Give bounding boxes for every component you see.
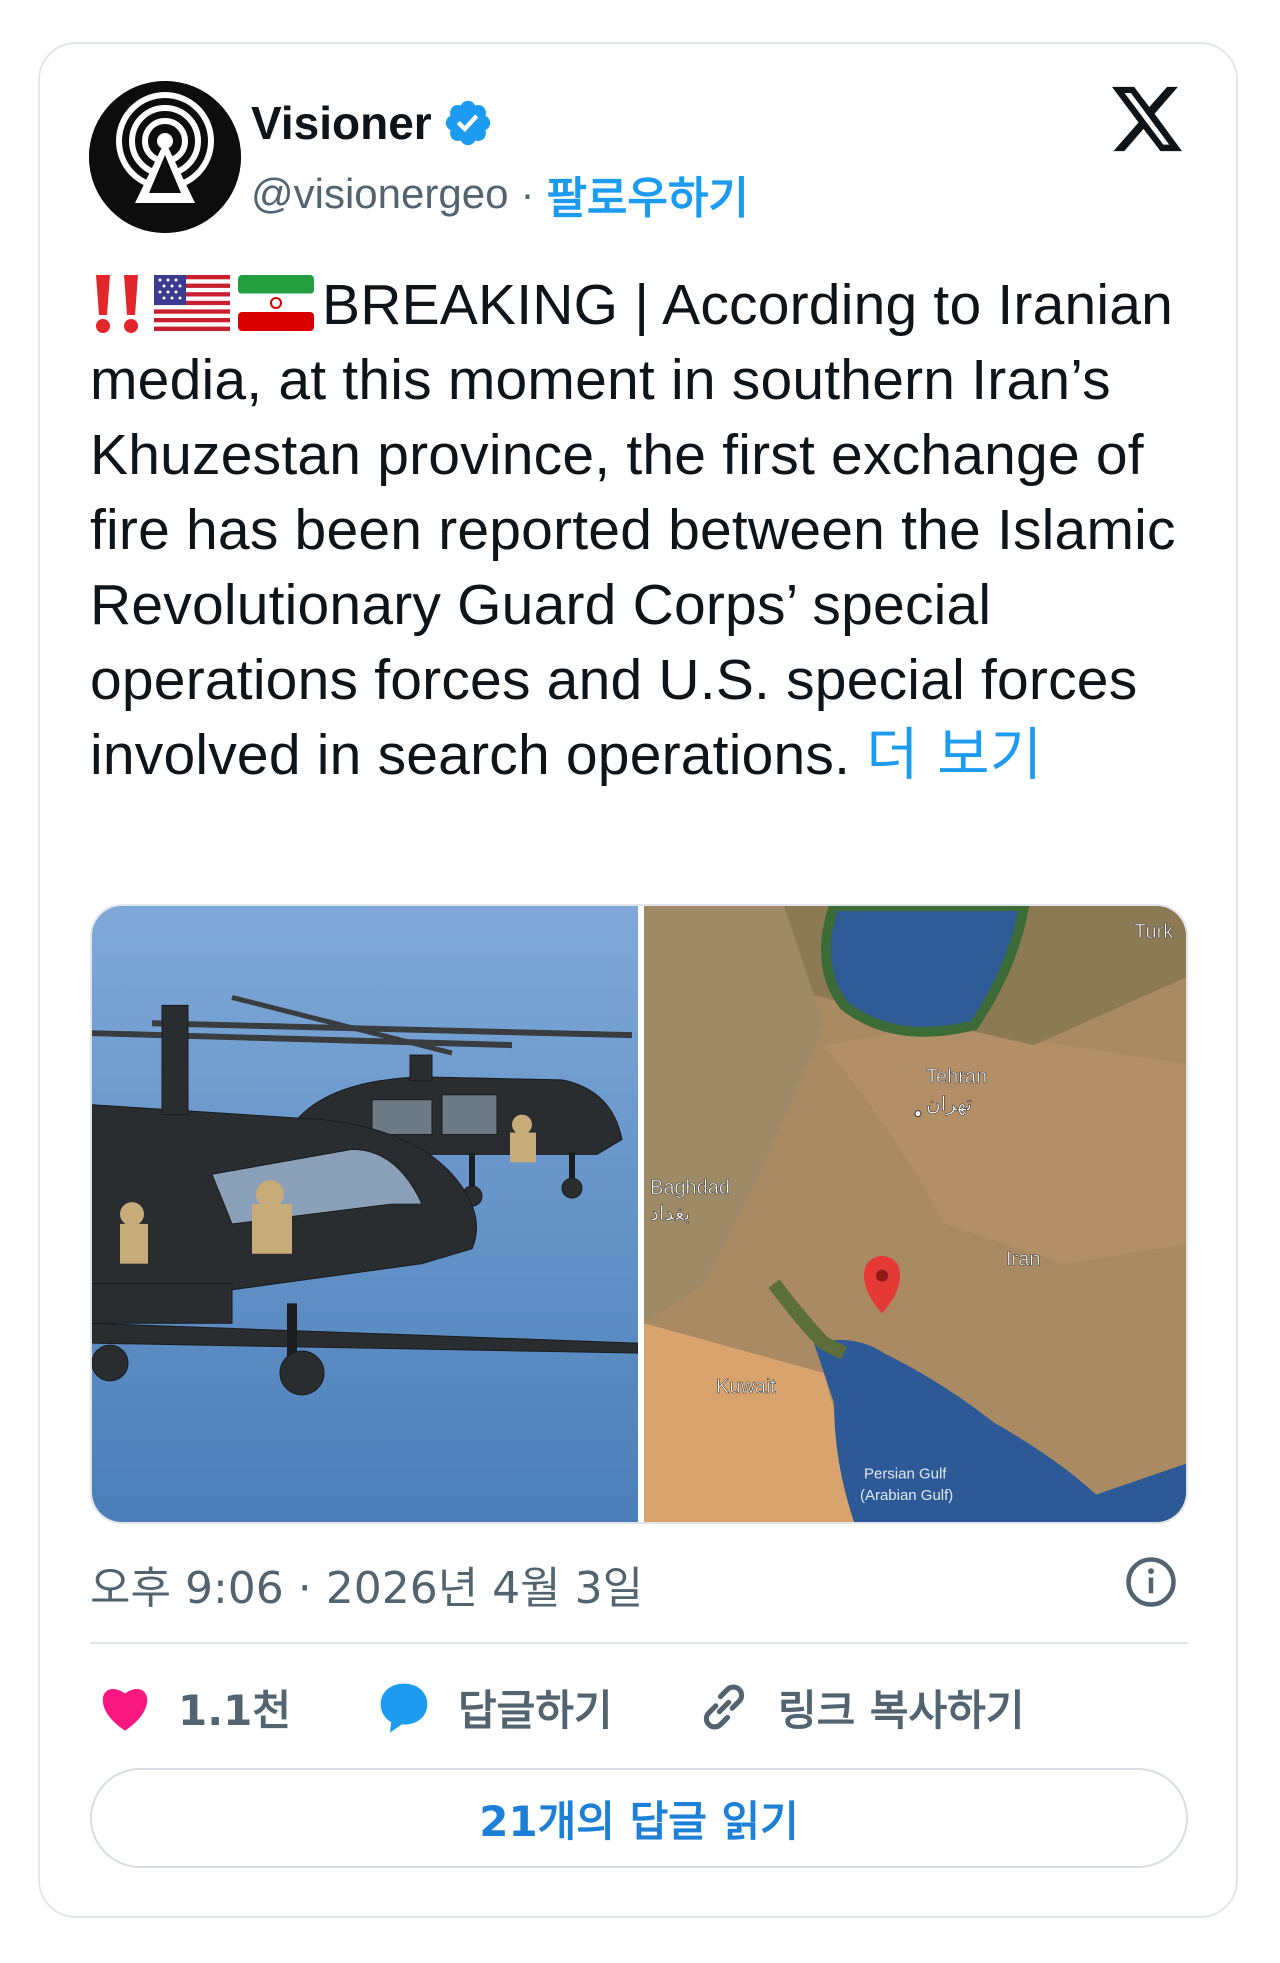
map-label-baghdad: Baghdad <box>650 1177 730 1199</box>
map-image[interactable]: Turk Tehran تهران Baghdad بغداد Iran Kuw… <box>644 906 1188 1522</box>
us-flag-icon <box>154 274 230 331</box>
like-count: 1.1천 <box>178 1685 292 1735</box>
author-handle-row: @visionergeo · 팔로우하기 <box>251 162 749 226</box>
separator-dot: · <box>520 170 535 217</box>
divider <box>90 1642 1188 1644</box>
map-label-gulf-1: Persian Gulf <box>864 1465 947 1482</box>
author-avatar[interactable] <box>89 81 241 233</box>
author-display-name[interactable]: Visioner <box>251 96 432 150</box>
author-handle[interactable]: @visionergeo <box>251 170 508 218</box>
helicopters-photo[interactable] <box>92 906 638 1522</box>
tehran-dot <box>914 1110 922 1118</box>
tweet-media[interactable]: Turk Tehran تهران Baghdad بغداد Iran Kuw… <box>90 904 1188 1524</box>
copy-link-label: 링크 복사하기 <box>778 1685 1025 1735</box>
map-label-baghdad-native: بغداد <box>650 1203 690 1225</box>
reply-button[interactable]: 답글하기 <box>376 1672 613 1742</box>
map-label-tehran: Tehran <box>926 1066 987 1088</box>
tweet-text: BREAKING | According to Iranian media, a… <box>90 268 1200 793</box>
copy-link-button[interactable]: 링크 복사하기 <box>696 1672 1024 1742</box>
map-label-tehran-native: تهران <box>926 1094 972 1116</box>
x-logo-icon[interactable] <box>1112 86 1182 152</box>
follow-button[interactable]: 팔로우하기 <box>546 162 748 226</box>
tweet-body: BREAKING | According to Iranian media, a… <box>90 273 1176 787</box>
info-icon[interactable] <box>1124 1555 1178 1609</box>
like-button[interactable]: 1.1천 <box>98 1672 291 1742</box>
broadcast-icon <box>89 81 241 233</box>
map-label-kuwait: Kuwait <box>716 1376 776 1398</box>
map-label-iran: Iran <box>1006 1249 1040 1271</box>
iran-flag-icon <box>238 274 314 331</box>
heart-icon <box>102 1689 148 1731</box>
map-label-turkey: Turk <box>1134 921 1173 943</box>
reply-label: 답글하기 <box>458 1685 613 1735</box>
map-label-gulf-2: (Arabian Gulf) <box>860 1487 953 1504</box>
action-bar: 1.1천 답글하기 링크 복사하기 <box>90 1672 1190 1742</box>
speech-bubble-icon <box>380 1683 428 1733</box>
verified-badge-icon <box>445 100 490 146</box>
author-name-row: Visioner <box>251 96 494 150</box>
tweet-timestamp[interactable]: 오후 9:06 · 2026년 4월 3일 <box>90 1552 643 1616</box>
link-icon <box>703 1684 745 1730</box>
double-exclamation-icon <box>96 274 138 333</box>
read-replies-button[interactable]: 21개의 답글 읽기 <box>90 1768 1188 1868</box>
show-more-link[interactable]: 더 보기 <box>866 722 1042 788</box>
